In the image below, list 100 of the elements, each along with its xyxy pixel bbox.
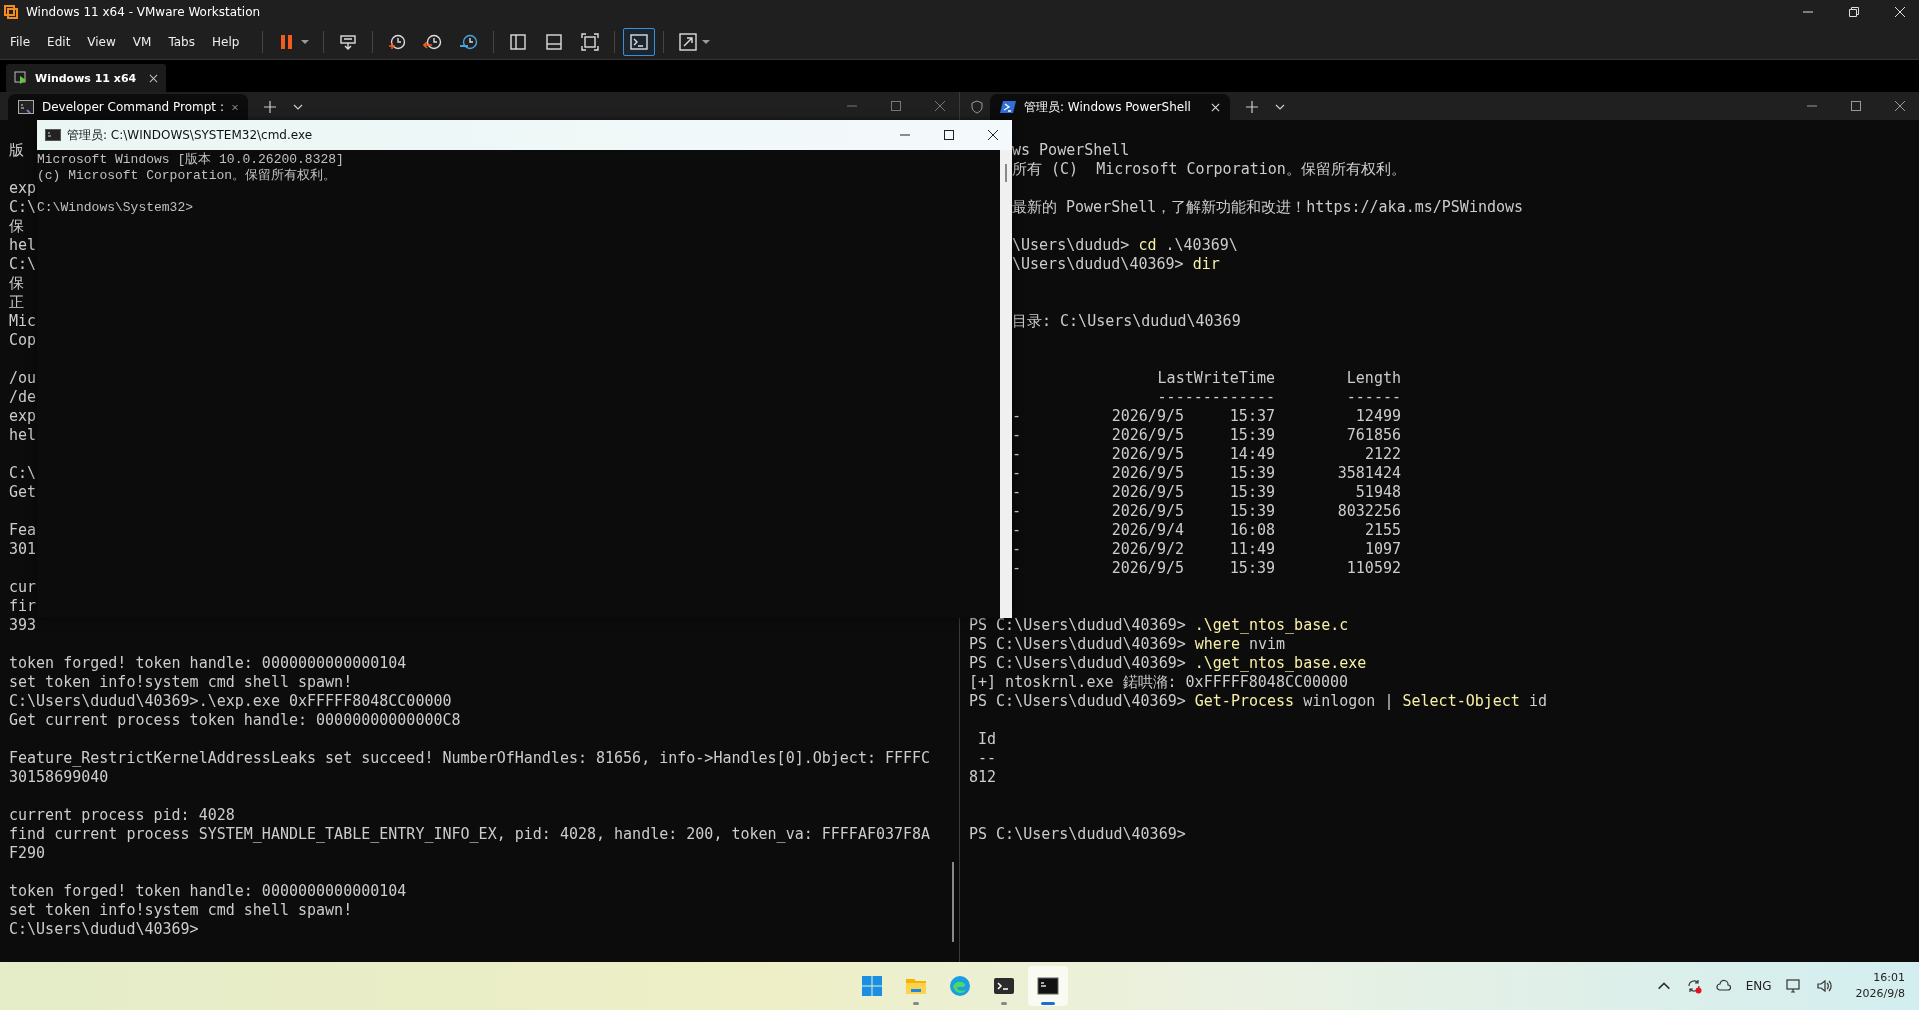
table-cell: 1097 [1364,540,1401,559]
terminal-line: 版 [9,141,24,159]
terminal-line: \Users\dudud> cd .\40369\ [1012,236,1238,254]
table-cell: 51948 [1355,483,1401,502]
menu-item[interactable]: VM [132,34,152,49]
terminal-line: /ou [9,369,37,387]
column-underline: ------------- [1157,388,1275,407]
window-title: Windows 11 x64 - VMware Workstation [26,5,261,19]
console-icon [18,100,34,114]
column-underline: ------ [1346,388,1401,407]
table-cell-text: 2026/9/2 [1110,540,1184,559]
terminal-line: hel [9,426,37,444]
terminal-line: Mic [9,312,37,330]
terminal-line: Get current process token handle: 00000000000000C8 [9,711,461,729]
console-button[interactable] [623,27,656,56]
table-cell-text: 2026/9/5 [1110,426,1184,445]
tab-label: 管理员: Windows PowerShell [1024,98,1191,116]
table-cell-text: 16:08 [1228,521,1275,540]
sidebar-layout-icon [508,31,529,52]
fit-frame-icon [580,31,601,52]
console-icon [1036,974,1060,998]
terminal-line: PS C:\Users\dudud\40369> [969,825,1186,843]
scrollbar[interactable] [1000,150,1012,618]
table-cell: 761856 [1346,426,1401,445]
console-icon [45,129,61,141]
plus-icon[interactable] [1246,101,1258,113]
terminal-line: C:\ [9,255,37,273]
terminal-line: Feature_RestrictKernelAddressLeaks set succeed! NumberOfHandles: 81656, info->Handles[0].Object: FFFFC [9,749,931,767]
table-cell: 12499 [1355,407,1401,426]
vm-tab[interactable]: Windows 11 x64 [6,64,167,92]
maximize-icon[interactable] [1851,101,1861,111]
table-cell-text: - [1012,540,1023,559]
tab-label: Developer Command Prompt : [42,100,224,114]
menu-item[interactable]: View [87,34,116,49]
terminal-line: PS C:\Users\dudud\40369> .\get_ntos_base.exe [969,654,1367,672]
windows-logo-icon [860,974,884,998]
terminal-line: hel [9,236,37,254]
scrollbar-thumb[interactable] [952,862,954,942]
terminal-line: 正 [9,293,24,311]
menu-item[interactable]: File [10,34,31,49]
console-button[interactable] [1028,966,1068,1006]
terminal-line: PS C:\Users\dudud\40369> where nvim [969,635,1286,653]
terminal-line: C:\Users\dudud\40369>.\exp.exe 0xFFFFF8048CC00000 [9,692,452,710]
terminal-line: current process pid: 4028 [9,806,235,824]
terminal-line: 812 [969,768,997,786]
terminal-line: Cop [9,331,37,349]
close-icon[interactable] [149,73,159,83]
table-cell-text: - [1012,464,1023,483]
table-cell-text: - [1012,426,1023,445]
plus-icon[interactable] [264,101,276,113]
directory-heading: 目录: C:\Users\dudud\40369 [1012,312,1241,330]
table-cell: 3581424 [1337,464,1401,483]
table-cell-text: - [1012,483,1023,502]
terminal-line: find current process SYSTEM_HANDLE_TABLE_ENTRY_INFO_EX, pid: 4028, handle: 200, token_va: FFFFAF037F8A [9,825,931,843]
cloud-icon[interactable] [1715,978,1732,994]
speaker-icon[interactable] [1815,978,1832,994]
terminal-tab[interactable]: 管理员: Windows PowerShell [990,94,1230,120]
table-cell-text: 15:39 [1228,559,1275,578]
shield-icon[interactable] [970,100,984,114]
terminal-line: exp [9,179,37,197]
table-cell-text: - [1012,502,1023,521]
close-icon[interactable] [1895,101,1905,111]
console-icon [629,31,650,52]
terminal-line: token forged! token handle: 0000000000000104 [9,654,407,672]
powershell-icon [1000,100,1016,114]
table-cell-text: - [1012,559,1023,578]
menu-item[interactable]: Help [211,34,240,49]
terminal-line: 30158699040 [9,768,109,786]
table-cell-text: 15:39 [1228,502,1275,521]
table-cell-text: 2026/9/5 [1110,445,1184,464]
caret-icon [702,37,711,46]
table-cell-text: 15:37 [1228,407,1275,426]
terminal-line: set token info!system cmd shell spawn! [9,673,353,691]
table-cell-text: 15:39 [1228,483,1275,502]
table-cell-text: - [1012,445,1023,464]
terminal-line: \Users\dudud\40369> dir [1012,255,1220,273]
table-cell-text: 2026/9/5 [1110,407,1184,426]
maximize-icon[interactable] [944,130,954,140]
language-indicator[interactable]: ENG [1745,979,1772,993]
restore-icon[interactable] [1849,7,1859,17]
clock-date[interactable]: 2026/9/8 [1855,986,1905,1002]
column-header: LastWriteTime [1157,369,1275,388]
terminal-line: set token info!system cmd shell spawn! [9,901,353,919]
terminal-line: Id [977,730,997,748]
terminal-line: C:\Windows\System32> [37,200,194,215]
close-icon[interactable] [988,130,998,140]
sync-icon[interactable] [1685,978,1702,994]
menu-item[interactable]: Edit [47,34,71,49]
terminal-line: 393 [9,616,37,634]
app-logo-icon [4,5,18,19]
terminal-line: Fea [9,521,37,539]
terminal-tab[interactable]: Developer Command Prompt : [8,94,248,120]
terminal-line: 最新的 PowerShell，了解新功能和改进！https://aka.ms/PSWindows [1012,198,1524,216]
terminal-line: PS C:\Users\dudud\40369> .\get_ntos_base.c [969,616,1349,634]
menu-item[interactable]: Tabs [168,34,195,49]
terminal-line: exp [9,407,37,425]
tab-label: Windows 11 x64 [35,71,137,85]
table-cell: 8032256 [1337,502,1401,521]
table-cell: 2155 [1364,521,1401,540]
clock-time[interactable]: 16:01 [1873,970,1905,986]
